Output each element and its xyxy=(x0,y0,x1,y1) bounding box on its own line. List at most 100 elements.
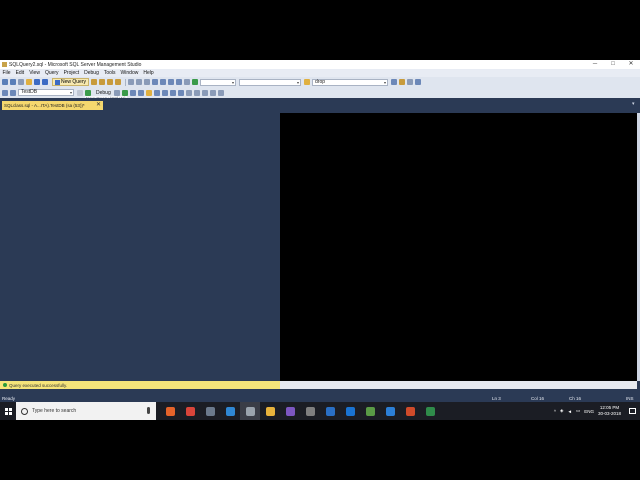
start-button[interactable] xyxy=(0,402,16,420)
parse-icon[interactable] xyxy=(121,89,128,96)
copy-icon[interactable] xyxy=(136,79,143,85)
menu-window[interactable]: Window xyxy=(118,70,141,76)
debug-run-icon[interactable] xyxy=(85,89,91,96)
connect-icon[interactable] xyxy=(2,89,8,96)
navigate-forward-icon[interactable] xyxy=(176,79,183,85)
undo-icon[interactable] xyxy=(152,79,159,85)
results-to-file-icon[interactable] xyxy=(177,89,184,96)
show-hidden-icons-icon[interactable]: ^ xyxy=(554,409,556,414)
powershell-icon xyxy=(325,406,335,416)
clock[interactable]: 12:05 PM 30-03-2018 xyxy=(598,405,621,417)
execute-icon[interactable] xyxy=(77,89,83,96)
specify-values-icon[interactable] xyxy=(217,89,224,96)
new-query-icon xyxy=(55,79,60,85)
taskbar-app-file-explorer[interactable] xyxy=(260,402,280,420)
microphone-icon[interactable] xyxy=(147,407,150,414)
new-query-button[interactable]: New Query xyxy=(52,78,90,86)
menu-file[interactable]: File xyxy=(0,70,13,76)
menu-project[interactable]: Project xyxy=(61,70,82,76)
menu-tools[interactable]: Tools xyxy=(101,70,118,76)
save-all-icon[interactable] xyxy=(42,79,48,85)
uncomment-icon[interactable] xyxy=(193,89,200,96)
menu-help[interactable]: Help xyxy=(141,70,156,76)
mdx-query-icon[interactable] xyxy=(99,79,106,85)
taskbar-app-firefox[interactable] xyxy=(160,402,180,420)
close-button[interactable]: ✕ xyxy=(622,60,640,69)
taskbar-app-chrome[interactable] xyxy=(180,402,200,420)
taskbar-app-outlook[interactable] xyxy=(340,402,360,420)
save-icon[interactable] xyxy=(34,79,40,85)
success-icon xyxy=(3,383,7,387)
available-databases-dropdown[interactable]: TestDB ▾ xyxy=(18,89,74,96)
cancel-query-icon[interactable] xyxy=(113,89,120,96)
network-icon xyxy=(205,406,215,416)
open-file-icon[interactable] xyxy=(26,79,32,85)
taskbar-app-word[interactable] xyxy=(300,402,320,420)
tools-icon[interactable] xyxy=(407,79,414,85)
increase-indent-icon[interactable] xyxy=(209,89,216,96)
start-icon[interactable] xyxy=(192,79,199,85)
dmx-query-icon[interactable] xyxy=(107,79,114,85)
intellisense-icon[interactable] xyxy=(145,89,152,96)
desktop-screen: SQLQuery2.sql - Microsoft SQL Server Man… xyxy=(0,60,640,420)
new-project-icon[interactable] xyxy=(18,79,24,85)
paste-icon[interactable] xyxy=(144,79,151,85)
toolbox-icon[interactable] xyxy=(399,79,406,85)
find-input[interactable]: drop ▾ xyxy=(312,78,389,86)
menu-debug[interactable]: Debug xyxy=(82,70,102,76)
back-icon[interactable] xyxy=(2,79,8,85)
properties-icon[interactable] xyxy=(391,79,398,85)
cut-icon[interactable] xyxy=(128,79,135,85)
clock-date: 30-03-2018 xyxy=(597,411,621,416)
taskbar-app-powerpoint[interactable] xyxy=(400,402,420,420)
window-layout-icon[interactable] xyxy=(184,79,191,85)
powerpoint-icon xyxy=(405,406,415,416)
taskbar-app-teamviewer[interactable] xyxy=(380,402,400,420)
taskbar-app-visual-studio[interactable] xyxy=(280,402,300,420)
results-to-text-icon[interactable] xyxy=(161,89,168,96)
solution-config-dropdown[interactable]: ▾ xyxy=(200,78,237,86)
results-grid-pane[interactable] xyxy=(0,113,279,381)
maximize-button[interactable]: □ xyxy=(604,60,622,69)
taskbar-app-excel[interactable] xyxy=(420,402,440,420)
taskbar-app-edge[interactable] xyxy=(220,402,240,420)
comment-icon[interactable] xyxy=(185,89,192,96)
messages-pane[interactable] xyxy=(280,113,638,381)
network-icon[interactable]: ◈ xyxy=(560,408,563,414)
taskbar-app-ssms[interactable] xyxy=(240,402,260,420)
options-icon[interactable] xyxy=(415,79,422,85)
chevron-down-icon: ▾ xyxy=(69,90,72,95)
redo-icon[interactable] xyxy=(160,79,167,85)
results-to-grid-icon[interactable] xyxy=(169,89,176,96)
document-tab-strip: SQLclass.sql - A...ITA).TestDB (sa (53))… xyxy=(0,98,640,111)
platform-dropdown[interactable]: ▾ xyxy=(239,78,302,86)
database-query-icon[interactable] xyxy=(91,79,98,85)
action-center-icon[interactable] xyxy=(629,408,636,414)
include-plan-icon[interactable] xyxy=(153,89,160,96)
taskbar-app-sql-config[interactable] xyxy=(360,402,380,420)
menu-edit[interactable]: Edit xyxy=(13,70,27,76)
decrease-indent-icon[interactable] xyxy=(201,89,208,96)
excel-icon xyxy=(425,406,435,416)
debug-label[interactable]: Debug xyxy=(96,90,111,96)
tab-sqlclass[interactable]: SQLclass.sql - A...ITA).TestDB (sa (53))… xyxy=(2,101,103,110)
menu-view[interactable]: View xyxy=(27,70,43,76)
query-designer-icon[interactable] xyxy=(137,89,144,96)
menu-bar: File Edit View Query Project Debug Tools… xyxy=(0,69,640,77)
change-connection-icon[interactable] xyxy=(10,89,16,96)
navigate-back-icon[interactable] xyxy=(168,79,175,85)
taskbar-app-powershell[interactable] xyxy=(320,402,340,420)
taskbar-app-network[interactable] xyxy=(200,402,220,420)
display-plan-icon[interactable] xyxy=(129,89,136,96)
volume-icon[interactable]: ◄ xyxy=(567,409,571,414)
taskbar-search-box[interactable]: Type here to search xyxy=(16,402,156,420)
find-icon[interactable] xyxy=(304,79,311,85)
xmla-query-icon[interactable] xyxy=(115,79,122,85)
chevron-down-icon[interactable]: ▾ xyxy=(632,101,637,108)
battery-icon[interactable]: ▭ xyxy=(576,408,580,414)
close-icon[interactable]: ✕ xyxy=(96,101,101,110)
forward-icon[interactable] xyxy=(10,79,16,85)
menu-query[interactable]: Query xyxy=(42,70,61,76)
language-indicator[interactable]: ENG xyxy=(584,409,594,414)
minimize-button[interactable]: ─ xyxy=(586,60,604,69)
